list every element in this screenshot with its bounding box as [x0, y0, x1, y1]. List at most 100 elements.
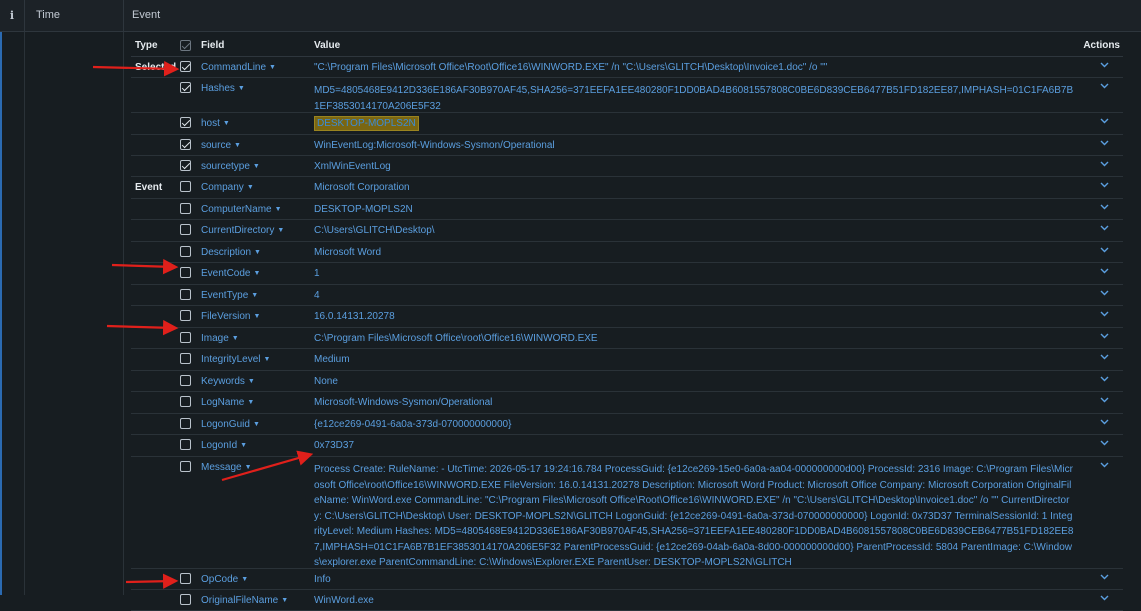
field-checkbox[interactable] [180, 439, 191, 450]
field-name-dropdown[interactable]: LogonGuid ▼ [201, 419, 260, 430]
field-checkbox[interactable] [180, 267, 191, 278]
caret-down-icon: ▼ [274, 206, 282, 213]
field-value[interactable]: WinWord.exe [314, 595, 1074, 606]
field-value[interactable]: MD5=4805468E9412D336E186AF30B970AF45,SHA… [314, 83, 1074, 114]
chevron-down-icon[interactable] [1100, 331, 1109, 342]
field-checkbox[interactable] [180, 203, 191, 214]
caret-down-icon: ▼ [241, 576, 249, 583]
chevron-down-icon[interactable] [1100, 374, 1109, 385]
field-value[interactable]: Microsoft Word [314, 247, 1074, 258]
chevron-down-icon[interactable] [1100, 460, 1109, 471]
field-value-text: Microsoft-Windows-Sysmon/Operational [314, 397, 493, 408]
field-name-dropdown[interactable]: CurrentDirectory ▼ [201, 225, 284, 236]
field-value[interactable]: Microsoft-Windows-Sysmon/Operational [314, 397, 1074, 408]
field-name-dropdown[interactable]: sourcetype ▼ [201, 161, 260, 172]
field-checkbox[interactable] [180, 310, 191, 321]
chevron-down-icon[interactable] [1100, 288, 1109, 299]
field-value[interactable]: XmlWinEventLog [314, 161, 1074, 172]
field-checkbox[interactable] [180, 594, 191, 605]
field-name-dropdown[interactable]: ComputerName ▼ [201, 204, 282, 215]
chevron-down-icon[interactable] [1100, 438, 1109, 449]
field-checkbox[interactable] [180, 139, 191, 150]
field-value[interactable]: 1 [314, 268, 1074, 279]
chevron-down-icon[interactable] [1100, 180, 1109, 191]
field-checkbox[interactable] [180, 573, 191, 584]
field-value[interactable]: DESKTOP-MOPLS2N [314, 116, 1074, 131]
field-value[interactable]: C:\Program Files\Microsoft Office\root\O… [314, 333, 1074, 344]
field-name-dropdown[interactable]: host ▼ [201, 118, 230, 129]
field-value[interactable]: Medium [314, 354, 1074, 365]
field-value[interactable]: 16.0.14131.20278 [314, 311, 1074, 322]
actions-column-header: Actions [1083, 40, 1120, 51]
field-checkbox[interactable] [180, 396, 191, 407]
field-name-dropdown[interactable]: CommandLine ▼ [201, 62, 276, 73]
chevron-down-icon[interactable] [1100, 81, 1109, 92]
field-checkbox[interactable] [180, 61, 191, 72]
field-row-commandline: Selected CommandLine ▼ "C:\Program Files\Mi… [131, 57, 1123, 78]
field-value-text: C:\Program Files\Microsoft Office\root\O… [314, 333, 598, 344]
field-value-text: Process Create: RuleName: - UtcTime: 202… [314, 464, 1074, 568]
field-name-dropdown[interactable]: OpCode ▼ [201, 574, 248, 585]
time-column-header[interactable]: Time [36, 0, 60, 31]
caret-down-icon: ▼ [253, 270, 261, 277]
field-checkbox[interactable] [180, 160, 191, 171]
field-name-dropdown[interactable]: Hashes ▼ [201, 83, 245, 94]
field-name-dropdown[interactable]: Message ▼ [201, 462, 252, 473]
field-checkbox[interactable] [180, 332, 191, 343]
chevron-down-icon[interactable] [1100, 60, 1109, 71]
field-name-label: LogName [201, 397, 245, 408]
field-name-dropdown[interactable]: EventType ▼ [201, 290, 258, 301]
field-checkbox[interactable] [180, 418, 191, 429]
field-value[interactable]: WinEventLog:Microsoft-Windows-Sysmon/Ope… [314, 140, 1074, 151]
field-checkbox[interactable] [180, 375, 191, 386]
field-value-text: Microsoft Word [314, 247, 382, 258]
field-checkbox[interactable] [180, 117, 191, 128]
caret-down-icon: ▼ [247, 399, 255, 406]
field-value[interactable]: "C:\Program Files\Microsoft Office\Root\… [314, 62, 1074, 73]
chevron-down-icon[interactable] [1100, 572, 1109, 583]
event-column-header[interactable]: Event [132, 0, 160, 31]
field-value[interactable]: 0x73D37 [314, 440, 1074, 451]
field-name-dropdown[interactable]: Company ▼ [201, 182, 254, 193]
field-value[interactable]: None [314, 376, 1074, 387]
field-name-dropdown[interactable]: Keywords ▼ [201, 376, 255, 387]
field-row-eventcode: EventCode ▼ 1 [131, 263, 1123, 285]
chevron-down-icon[interactable] [1100, 116, 1109, 127]
field-name-dropdown[interactable]: Description ▼ [201, 247, 261, 258]
field-checkbox[interactable] [180, 289, 191, 300]
field-value[interactable]: Process Create: RuleName: - UtcTime: 202… [314, 462, 1074, 571]
field-value[interactable]: DESKTOP-MOPLS2N [314, 204, 1074, 215]
field-name-dropdown[interactable]: EventCode ▼ [201, 268, 260, 279]
field-value-text: Medium [314, 354, 350, 365]
field-value[interactable]: Microsoft Corporation [314, 182, 1074, 193]
field-name-dropdown[interactable]: source ▼ [201, 140, 241, 151]
field-checkbox[interactable] [180, 224, 191, 235]
field-checkbox[interactable] [180, 353, 191, 364]
field-name-dropdown[interactable]: Image ▼ [201, 333, 239, 344]
field-checkbox[interactable] [180, 461, 191, 472]
field-checkbox[interactable] [180, 181, 191, 192]
field-value[interactable]: 4 [314, 290, 1074, 301]
info-icon[interactable]: i [6, 0, 18, 31]
field-name-dropdown[interactable]: OriginalFileName ▼ [201, 595, 288, 606]
field-name-dropdown[interactable]: LogName ▼ [201, 397, 254, 408]
chevron-down-icon[interactable] [1100, 138, 1109, 149]
field-name-dropdown[interactable]: FileVersion ▼ [201, 311, 260, 322]
chevron-down-icon[interactable] [1100, 266, 1109, 277]
chevron-down-icon[interactable] [1100, 395, 1109, 406]
field-name-dropdown[interactable]: IntegrityLevel ▼ [201, 354, 270, 365]
chevron-down-icon[interactable] [1100, 352, 1109, 363]
chevron-down-icon[interactable] [1100, 245, 1109, 256]
chevron-down-icon[interactable] [1100, 202, 1109, 213]
field-checkbox[interactable] [180, 82, 191, 93]
field-value[interactable]: {e12ce269-0491-6a0a-373d-070000000000} [314, 419, 1074, 430]
field-name-dropdown[interactable]: LogonId ▼ [201, 440, 247, 451]
chevron-down-icon[interactable] [1100, 223, 1109, 234]
chevron-down-icon[interactable] [1100, 159, 1109, 170]
select-all-checkbox[interactable] [180, 40, 191, 51]
field-checkbox[interactable] [180, 246, 191, 257]
field-value[interactable]: Info [314, 574, 1074, 585]
chevron-down-icon[interactable] [1100, 417, 1109, 428]
chevron-down-icon[interactable] [1100, 309, 1109, 320]
field-value[interactable]: C:\Users\GLITCH\Desktop\ [314, 225, 1074, 236]
